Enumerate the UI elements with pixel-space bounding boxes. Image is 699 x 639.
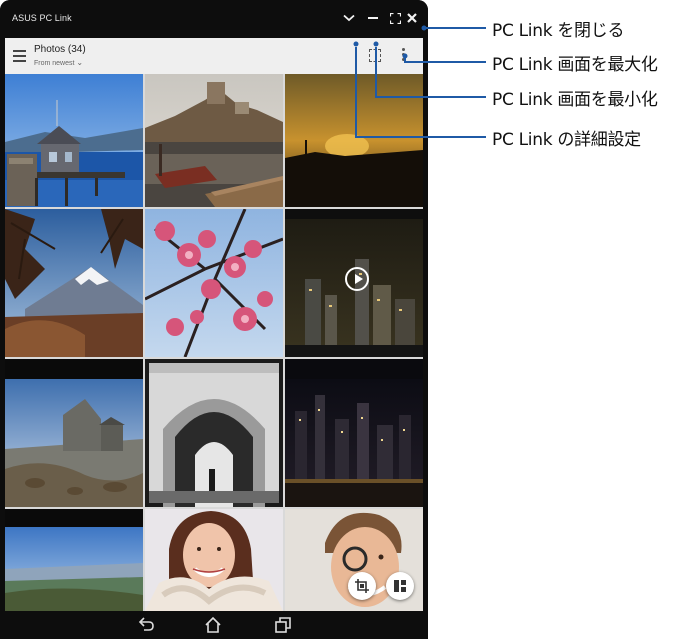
- callout-close: PC Link を閉じる: [492, 21, 625, 41]
- callout-minimize: PC Link 画面を最小化: [492, 90, 658, 110]
- callout-settings: PC Link の詳細設定: [492, 130, 641, 150]
- callout-maximize: PC Link 画面を最大化: [492, 55, 658, 75]
